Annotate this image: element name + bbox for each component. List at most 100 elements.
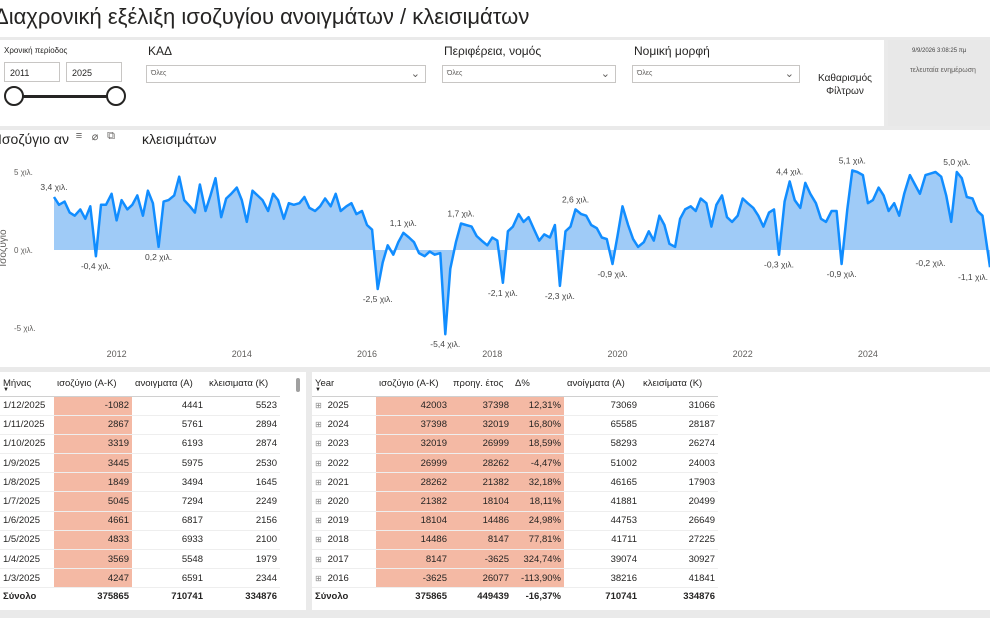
- expand-icon[interactable]: ⊞: [315, 401, 325, 410]
- table-cell: 5975: [132, 453, 206, 474]
- year-to-input[interactable]: 2025: [66, 62, 122, 82]
- table-row[interactable]: ⊞ 2024 37398 32019 16,80% 65585 28187: [312, 415, 718, 435]
- expand-icon[interactable]: ⊞: [315, 478, 325, 487]
- table-cell: -3625: [376, 568, 450, 589]
- table-cell: 65585: [564, 415, 640, 435]
- sort-desc-icon: ▼: [315, 387, 321, 393]
- table-cell: 39074: [564, 549, 640, 570]
- period-label: Χρονική περίοδος: [4, 46, 68, 55]
- table-cell: 16,80%: [512, 415, 564, 435]
- x-tick-label: 2016: [357, 349, 377, 359]
- clear-filters-button[interactable]: Καθαρισμός Φίλτρων: [806, 72, 884, 98]
- data-label: -0,3 χιλ.: [764, 260, 794, 270]
- table-row[interactable]: ⊞ 2022 26999 28262 -4,47% 51002 24003: [312, 453, 718, 474]
- column-header[interactable]: Δ%: [512, 372, 564, 397]
- table-row[interactable]: ⊞ 2019 18104 14486 24,98% 44753 26649: [312, 511, 718, 531]
- expand-icon[interactable]: ⊞: [315, 497, 325, 506]
- year-from-input[interactable]: 2011: [4, 62, 60, 82]
- table-row[interactable]: 1/7/2025 5045 7294 2249: [0, 491, 280, 512]
- x-tick-label: 2018: [482, 349, 502, 359]
- table-cell: 28187: [640, 415, 718, 435]
- table-row[interactable]: 1/6/2025 4661 6817 2156: [0, 511, 280, 531]
- x-tick-label: 2014: [232, 349, 252, 359]
- expand-icon[interactable]: ⊞: [315, 516, 325, 525]
- expand-icon[interactable]: ⊞: [315, 439, 325, 448]
- column-header[interactable]: ισοζύγιο (Α-Κ): [54, 372, 132, 397]
- column-header[interactable]: προηγ. έτος: [450, 372, 512, 397]
- column-header[interactable]: ανοιγματα (Α): [132, 372, 206, 397]
- table-cell: -3625: [450, 549, 512, 570]
- expand-icon[interactable]: ⊞: [315, 535, 325, 544]
- chevron-down-icon: ⌄: [784, 68, 794, 80]
- table-cell: 26077: [450, 568, 512, 589]
- kad-dropdown[interactable]: Όλες ⌄: [146, 65, 426, 83]
- data-label: -5,4 χιλ.: [430, 339, 460, 349]
- table-cell: 41711: [564, 530, 640, 551]
- title-bar: Διαχρονική εξέλιξη ισοζυγίου ανοιγμάτων …: [0, 0, 990, 37]
- column-header[interactable]: ισοζύγιο (Α-Κ): [376, 372, 450, 397]
- period-slider-start-handle[interactable]: [4, 86, 24, 106]
- table-row[interactable]: ⊞ 2017 8147 -3625 324,74% 39074 30927: [312, 549, 718, 570]
- table-cell: 31066: [640, 396, 718, 416]
- total-cell: 334876: [640, 587, 718, 605]
- table-cell: 5548: [132, 549, 206, 570]
- table-row[interactable]: 1/8/2025 1849 3494 1645: [0, 472, 280, 493]
- focus-icon[interactable]: ⌀: [89, 130, 101, 148]
- table-row[interactable]: 1/3/2025 4247 6591 2344: [0, 568, 280, 589]
- table-cell: 20499: [640, 491, 718, 512]
- total-cell: -16,37%: [512, 587, 564, 605]
- balance-chart-card: Ισοζύγιο 5 χιλ. 0 χιλ. -5 χιλ. 2012 2014 2016 2…: [0, 130, 990, 367]
- table-cell: 3494: [132, 472, 206, 493]
- table-row[interactable]: ⊞ 2023 32019 26999 18,59% 58293 26274: [312, 434, 718, 455]
- table-cell: 5045: [54, 491, 132, 512]
- table-row[interactable]: 1/4/2025 3569 5548 1979: [0, 549, 280, 570]
- expand-icon[interactable]: ⊞: [315, 555, 325, 564]
- table-cell: 4247: [54, 568, 132, 589]
- period-slider-end-handle[interactable]: [106, 86, 126, 106]
- table-cell: 42003: [376, 396, 450, 416]
- table-cell: 3569: [54, 549, 132, 570]
- period-slider-track[interactable]: [14, 95, 116, 98]
- data-label: 4,4 χιλ.: [776, 166, 803, 176]
- table-row[interactable]: 1/10/2025 3319 6193 2874: [0, 434, 280, 455]
- total-cell: Σύνολο: [0, 587, 54, 605]
- expand-icon[interactable]: ⊞: [315, 420, 325, 429]
- table-cell: ⊞ 2017: [312, 549, 376, 570]
- filter-icon[interactable]: ≡: [73, 130, 85, 148]
- table-row[interactable]: ⊞ 2018 14486 8147 77,81% 41711 27225: [312, 530, 718, 551]
- table-row[interactable]: 1/5/2025 4833 6933 2100: [0, 530, 280, 551]
- expand-icon[interactable]: ⊞: [315, 459, 325, 468]
- table-row[interactable]: 1/9/2025 3445 5975 2530: [0, 453, 280, 474]
- table-cell: ⊞ 2023: [312, 434, 376, 455]
- table-row[interactable]: ⊞ 2025 42003 37398 12,31% 73069 31066: [312, 396, 718, 416]
- column-header[interactable]: Year ▼: [312, 372, 376, 397]
- chevron-down-icon: ⌄: [410, 68, 420, 80]
- table-scrollbar[interactable]: [296, 378, 300, 392]
- total-cell: Σύνολο: [312, 587, 376, 605]
- table-cell: 2894: [206, 415, 280, 435]
- legal-form-dropdown[interactable]: Όλες ⌄: [632, 65, 800, 83]
- column-header[interactable]: ανοίγματα (Α): [564, 372, 640, 397]
- table-row[interactable]: ⊞ 2016 -3625 26077 -113,90% 38216 41841: [312, 568, 718, 589]
- table-row[interactable]: ⊞ 2020 21382 18104 18,11% 41881 20499: [312, 491, 718, 512]
- data-label: -2,5 χιλ.: [363, 294, 393, 304]
- column-header[interactable]: κλεισίματα (Κ): [640, 372, 718, 397]
- table-cell: 26999: [376, 453, 450, 474]
- column-header[interactable]: κλεισιματα (Κ): [206, 372, 280, 397]
- region-dropdown[interactable]: Όλες ⌄: [442, 65, 616, 83]
- expand-icon[interactable]: ⊞: [315, 574, 325, 583]
- table-cell: 5761: [132, 415, 206, 435]
- x-tick-label: 2022: [733, 349, 753, 359]
- y-axis-label: Ισοζύγιο: [0, 229, 9, 267]
- table-cell: 4833: [54, 530, 132, 551]
- column-header[interactable]: Μήνας ▼: [0, 372, 54, 397]
- table-row[interactable]: ⊞ 2021 28262 21382 32,18% 46165 17903: [312, 472, 718, 493]
- table-cell: 4661: [54, 511, 132, 531]
- data-label: -1,1 χιλ.: [958, 272, 988, 282]
- data-label: -0,2 χιλ.: [916, 258, 946, 268]
- table-cell: ⊞ 2016: [312, 568, 376, 589]
- table-row[interactable]: 1/12/2025 -1082 4441 5523: [0, 396, 280, 416]
- table-cell: 32019: [450, 415, 512, 435]
- table-row[interactable]: 1/11/2025 2867 5761 2894: [0, 415, 280, 435]
- more-icon[interactable]: ⧉: [105, 130, 117, 148]
